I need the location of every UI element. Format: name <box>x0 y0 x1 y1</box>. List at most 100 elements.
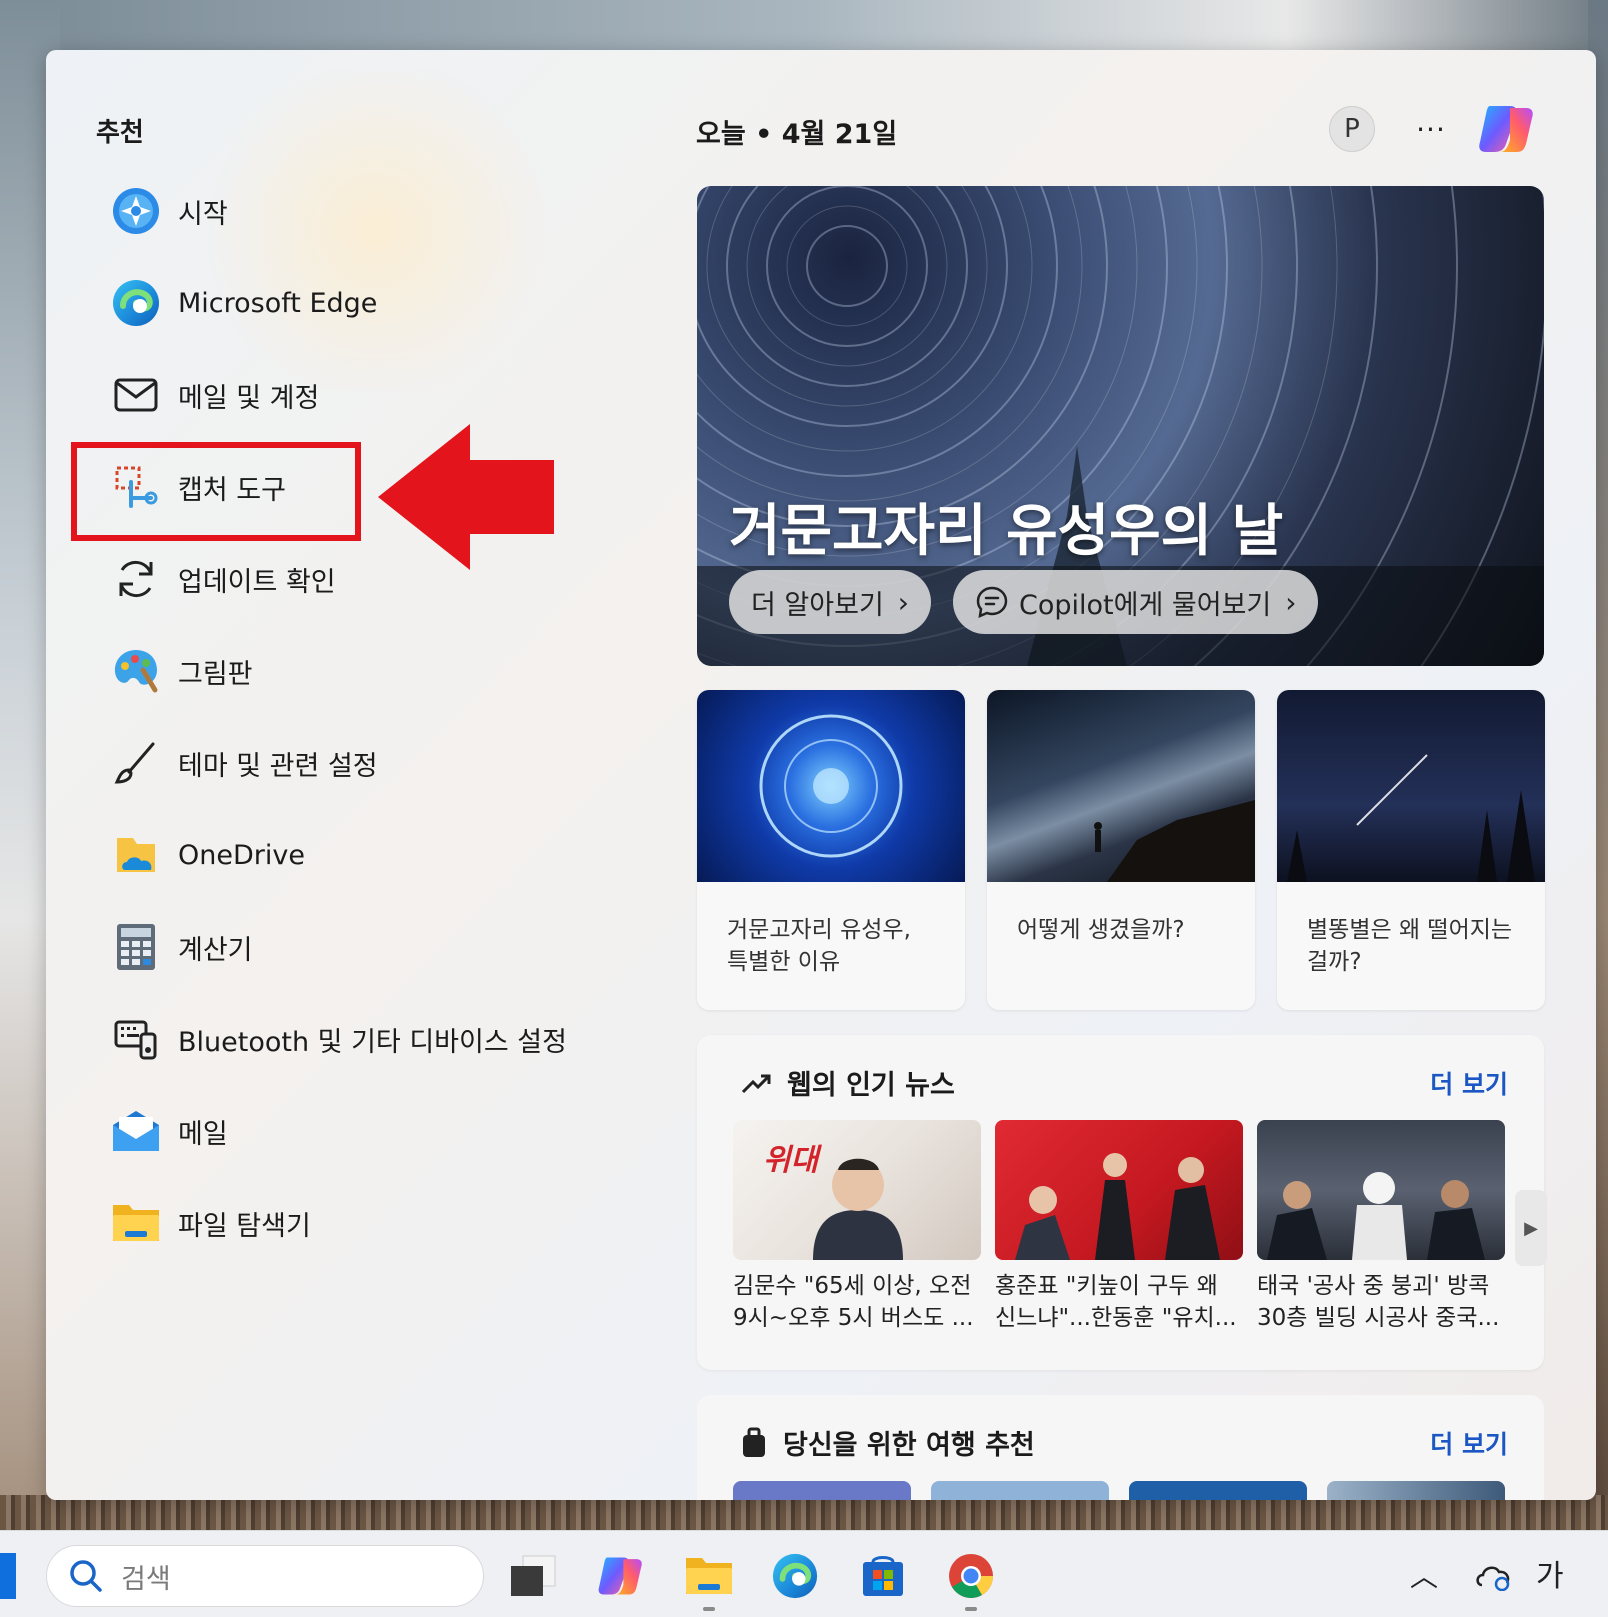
travel-thumbnail[interactable] <box>733 1481 911 1500</box>
taskbar-search[interactable]: 검색 <box>46 1545 484 1607</box>
topic-cards: 거문고자리 유성우, 특별한 이유 어떻게 생겼을까? 별똥별은 왜 떨어지는 … <box>697 690 1545 1010</box>
desktop-wallpaper-top <box>0 0 1608 55</box>
trending-up-icon <box>741 1074 771 1093</box>
app-label: 계산기 <box>178 934 253 966</box>
ask-copilot-label: Copilot에게 물어보기 <box>1019 589 1272 621</box>
folder-icon <box>110 1197 162 1249</box>
copilot-icon[interactable] <box>1476 100 1538 158</box>
search-placeholder: 검색 <box>121 1563 171 1595</box>
travel-thumbnail[interactable] <box>1129 1481 1307 1500</box>
app-item-themes[interactable]: 테마 및 관련 설정 <box>106 717 666 809</box>
red-arrow-pointer <box>378 424 554 574</box>
trending-title: 웹의 인기 뉴스 <box>787 1070 955 1101</box>
edge-icon <box>110 277 162 329</box>
app-item-bluetooth-settings[interactable]: Bluetooth 및 기타 디바이스 설정 <box>106 993 666 1085</box>
app-label: 시작 <box>178 198 228 230</box>
news-image <box>1257 1120 1505 1260</box>
app-label: 파일 탐색기 <box>178 1210 311 1242</box>
onedrive-icon <box>110 829 162 881</box>
news-image <box>995 1120 1243 1260</box>
news-item[interactable]: 태국 '공사 중 붕괴' 방콕 30층 빌딩 시공사 중국... <box>1257 1120 1505 1334</box>
trending-news-section: 웹의 인기 뉴스 더 보기 위대 김문수 "65세 이상, 오전 9시~오후 5… <box>697 1035 1547 1370</box>
news-image: 위대 <box>733 1120 981 1260</box>
trending-header: 웹의 인기 뉴스 <box>741 1063 955 1102</box>
news-headline-line2: 9시~오후 5시 버스도 ... <box>733 1305 974 1331</box>
brush-icon <box>110 737 162 789</box>
carousel-next-button[interactable]: ▶ <box>1515 1190 1547 1266</box>
trending-see-more-link[interactable]: 더 보기 <box>1430 1065 1508 1101</box>
file-explorer-taskbar-icon[interactable] <box>682 1549 736 1603</box>
news-headline-line1: 태국 '공사 중 붕괴' 방콕 <box>1257 1273 1490 1299</box>
hero-card[interactable]: 거문고자리 유성우의 날 더 알아보기 › Copilot에게 물어보기 › <box>697 186 1544 666</box>
chevron-right-icon: › <box>897 585 909 619</box>
travel-header: 당신을 위한 여행 추천 <box>741 1423 1035 1462</box>
travel-thumbnail[interactable] <box>1327 1481 1505 1500</box>
app-item-paint[interactable]: 그림판 <box>106 625 666 717</box>
start-button[interactable] <box>0 1553 16 1599</box>
recommended-title: 추천 <box>96 118 144 148</box>
running-indicator <box>965 1607 977 1611</box>
app-label: Microsoft Edge <box>178 287 378 319</box>
app-item-file-explorer[interactable]: 파일 탐색기 <box>106 1177 666 1269</box>
topic-card-text: 어떻게 생겼을까? <box>1017 917 1185 943</box>
recommended-app-list: 시작 Microsoft Edge 메일 및 계정 캡처 도구 업데이트 확인 … <box>106 165 666 1269</box>
news-item[interactable]: 홍준표 "키높이 구두 왜 신느냐"...한동훈 "유치... <box>995 1120 1243 1334</box>
show-hidden-icons-chevron-icon[interactable]: ︿ <box>1410 1555 1438 1595</box>
copilot-taskbar-icon[interactable] <box>594 1549 648 1603</box>
travel-thumbnail[interactable] <box>931 1481 1109 1500</box>
app-label: 테마 및 관련 설정 <box>178 750 378 782</box>
chevron-right-icon: › <box>1285 585 1297 619</box>
news-headline: 태국 '공사 중 붕괴' 방콕 30층 빌딩 시공사 중국... <box>1257 1270 1505 1334</box>
profile-avatar[interactable]: P <box>1329 106 1375 152</box>
app-label: 업데이트 확인 <box>178 566 336 598</box>
topic-card[interactable]: 거문고자리 유성우, 특별한 이유 <box>697 690 965 1010</box>
topic-card[interactable]: 어떻게 생겼을까? <box>987 690 1255 1010</box>
news-headline-line1: 홍준표 "키높이 구두 왜 <box>995 1273 1218 1299</box>
hero-title: 거문고자리 유성우의 날 <box>729 499 1284 564</box>
taskbar: 검색 ︿ 가 <box>0 1530 1608 1617</box>
topic-card-text: 거문고자리 유성우, 특별한 이유 <box>727 917 911 975</box>
news-headline-line1: 김문수 "65세 이상, 오전 <box>733 1273 972 1299</box>
more-options-button[interactable]: ··· <box>1406 106 1456 152</box>
topic-card-text: 별똥별은 왜 떨어지는 걸까? <box>1307 917 1513 975</box>
mail-app-icon <box>110 1105 162 1157</box>
app-label: OneDrive <box>178 839 305 871</box>
app-label: Bluetooth 및 기타 디바이스 설정 <box>178 1026 567 1058</box>
news-headline: 김문수 "65세 이상, 오전 9시~오후 5시 버스도 ... <box>733 1270 981 1334</box>
app-item-calculator[interactable]: 계산기 <box>106 901 666 993</box>
ime-indicator[interactable]: 가 <box>1536 1551 1564 1595</box>
news-headline-line2: 30층 빌딩 시공사 중국... <box>1257 1305 1500 1331</box>
app-label: 그림판 <box>178 658 253 690</box>
svg-text:위대: 위대 <box>763 1143 823 1178</box>
microsoft-store-icon[interactable] <box>856 1549 910 1603</box>
ask-copilot-button[interactable]: Copilot에게 물어보기 › <box>953 570 1319 634</box>
topic-card[interactable]: 별똥별은 왜 떨어지는 걸까? <box>1277 690 1545 1010</box>
task-view-icon[interactable] <box>506 1549 560 1603</box>
app-item-onedrive[interactable]: OneDrive <box>106 809 666 901</box>
travel-section: 당신을 위한 여행 추천 더 보기 <box>697 1395 1544 1500</box>
chrome-icon[interactable] <box>944 1549 998 1603</box>
chat-bubble-icon <box>976 586 1008 619</box>
calculator-icon <box>110 921 162 973</box>
app-label: 메일 <box>178 1118 228 1150</box>
edge-taskbar-icon[interactable] <box>768 1549 822 1603</box>
luggage-icon <box>743 1427 765 1457</box>
paint-icon <box>110 645 162 697</box>
app-item-edge[interactable]: Microsoft Edge <box>106 257 666 349</box>
travel-see-more-link[interactable]: 더 보기 <box>1430 1425 1508 1461</box>
news-headline-line2: 신느냐"...한동훈 "유치... <box>995 1305 1237 1331</box>
onedrive-sync-icon[interactable] <box>1466 1549 1520 1603</box>
learn-more-button[interactable]: 더 알아보기 › <box>729 570 931 634</box>
app-item-mail[interactable]: 메일 <box>106 1085 666 1177</box>
highlight-box <box>71 442 361 541</box>
app-item-get-started[interactable]: 시작 <box>106 165 666 257</box>
mail-outline-icon <box>110 369 162 421</box>
news-headline: 홍준표 "키높이 구두 왜 신느냐"...한동훈 "유치... <box>995 1270 1243 1334</box>
refresh-icon <box>110 553 162 605</box>
start-menu-panel: 추천 시작 Microsoft Edge 메일 및 계정 캡처 도구 업데이트 … <box>46 50 1596 1500</box>
news-item[interactable]: 위대 김문수 "65세 이상, 오전 9시~오후 5시 버스도 ... <box>733 1120 981 1334</box>
shooting-star-image <box>1277 690 1545 882</box>
milky-way-image <box>987 690 1255 882</box>
get-started-icon <box>110 185 162 237</box>
zodiac-wheel-image <box>697 690 965 882</box>
